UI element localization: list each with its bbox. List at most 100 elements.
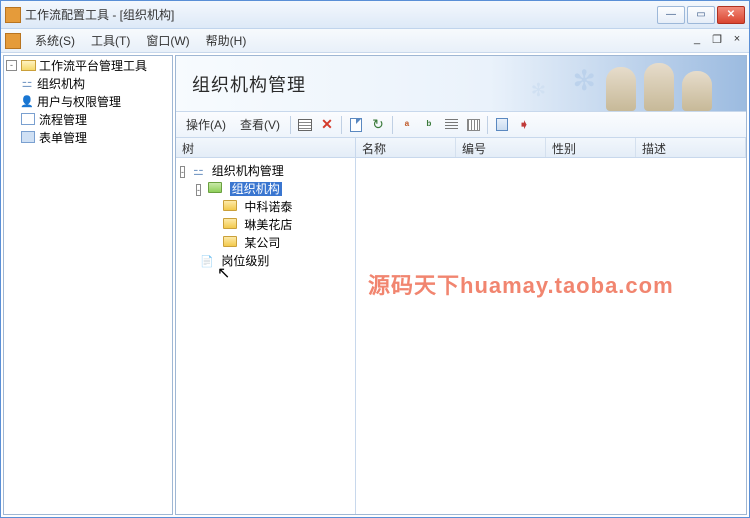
org-tree[interactable]: - 组织机构管理 - 组织机构 中科诺泰 琳 — [176, 158, 355, 514]
table-icon — [467, 119, 480, 131]
toolbar-refresh-button[interactable]: ↻ — [368, 115, 388, 135]
mdi-window-controls: _ ❐ × — [689, 31, 745, 47]
toolbar: 操作(A) 查看(V) ✕ ↻ ᵃ ᵇ ➧ — [176, 112, 746, 138]
letter-b-icon: ᵇ — [427, 118, 432, 132]
folder-icon — [222, 235, 238, 249]
expand-toggle-icon[interactable]: - — [180, 166, 185, 178]
toolbar-format-a-button[interactable]: ᵃ — [397, 115, 417, 135]
toolbar-view-menu[interactable]: 查看(V) — [234, 114, 286, 135]
content-split: 树 - 组织机构管理 - 组织机构 中科诺泰 — [176, 138, 746, 514]
toolbar-separator — [290, 116, 291, 134]
tree-pane-header: 树 — [176, 138, 355, 158]
window-controls: — ▭ ✕ — [657, 6, 745, 24]
process-icon — [20, 112, 36, 126]
list-body[interactable]: 源码天下huamay.taoba.com — [356, 158, 746, 514]
list-icon — [445, 119, 458, 131]
org-icon — [191, 165, 205, 177]
nav-item-org[interactable]: 组织机构 — [4, 74, 172, 92]
tree-node-label: 岗位级别 — [221, 254, 269, 268]
menu-help[interactable]: 帮助(H) — [198, 29, 255, 52]
tree-node-company[interactable]: 中科诺泰 — [178, 198, 353, 216]
tree-node-org[interactable]: - 组织机构 — [178, 180, 353, 198]
toolbar-new-button[interactable] — [346, 115, 366, 135]
toolbar-list-button[interactable] — [441, 115, 461, 135]
tree-spacer — [6, 114, 17, 125]
refresh-icon: ↻ — [372, 116, 384, 133]
folder-icon — [222, 199, 238, 213]
close-button[interactable]: ✕ — [717, 6, 745, 24]
position-icon — [199, 255, 215, 269]
app-icon — [5, 7, 21, 23]
toolbar-delete-button[interactable]: ✕ — [317, 115, 337, 135]
folder-open-icon — [20, 58, 36, 72]
tree-node-label: 中科诺泰 — [244, 200, 292, 214]
toolbar-export-button[interactable]: ➧ — [514, 115, 534, 135]
properties-icon — [496, 118, 508, 131]
list-pane: 名称 编号 性别 描述 源码天下huamay.taoba.com — [356, 138, 746, 514]
mdi-child-window: 组织机构管理 ✻ ✻ 操作(A) 查看(V) ✕ ↻ ᵃ ᵇ — [175, 55, 747, 515]
minimize-button[interactable]: — — [657, 6, 685, 24]
column-header-sex[interactable]: 性别 — [546, 138, 636, 157]
person-graphic — [644, 63, 674, 111]
column-header-name[interactable]: 名称 — [356, 138, 456, 157]
delete-icon: ✕ — [321, 116, 333, 133]
nav-item-label: 用户与权限管理 — [37, 93, 121, 110]
mdi-minimize-button[interactable]: _ — [689, 31, 705, 47]
user-icon — [20, 95, 34, 107]
mdi-restore-button[interactable]: ❐ — [709, 31, 725, 47]
maximize-button[interactable]: ▭ — [687, 6, 715, 24]
toolbar-separator — [487, 116, 488, 134]
nav-item-users[interactable]: 用户与权限管理 — [4, 92, 172, 110]
nav-item-label: 组织机构 — [37, 75, 85, 92]
tree-pane: 树 - 组织机构管理 - 组织机构 中科诺泰 — [176, 138, 356, 514]
window-titlebar: 工作流配置工具 - [组织机构] — ▭ ✕ — [1, 1, 749, 29]
nav-item-label: 流程管理 — [39, 111, 87, 128]
menu-tools[interactable]: 工具(T) — [83, 29, 138, 52]
window-title: 工作流配置工具 - [组织机构] — [25, 6, 657, 23]
tree-spacer — [6, 96, 17, 107]
tree-node-company[interactable]: 琳美花店 — [178, 216, 353, 234]
snowflake-icon: ✻ — [531, 80, 546, 101]
toolbar-action-menu[interactable]: 操作(A) — [180, 114, 232, 135]
toolbar-properties-button[interactable] — [492, 115, 512, 135]
grid-icon — [298, 119, 312, 131]
tree-node-position[interactable]: 岗位级别 — [178, 252, 353, 270]
nav-root-row[interactable]: - 工作流平台管理工具 — [4, 56, 172, 74]
tree-node-label-selected: 组织机构 — [230, 182, 282, 196]
expand-toggle-icon[interactable]: - — [196, 184, 201, 196]
nav-item-process[interactable]: 流程管理 — [4, 110, 172, 128]
toolbar-separator — [392, 116, 393, 134]
column-header-desc[interactable]: 描述 — [636, 138, 746, 157]
expand-toggle-icon[interactable]: - — [6, 60, 17, 71]
toolbar-format-b-button[interactable]: ᵇ — [419, 115, 439, 135]
toolbar-table-button[interactable] — [463, 115, 483, 135]
menubar-app-icon — [5, 33, 21, 49]
navigation-tree[interactable]: - 工作流平台管理工具 组织机构 用户与权限管理 — [3, 55, 173, 515]
tree-node-company[interactable]: 某公司 — [178, 234, 353, 252]
document-icon — [350, 118, 362, 132]
nav-item-forms[interactable]: 表单管理 — [4, 128, 172, 146]
snowflake-icon: ✻ — [573, 64, 596, 97]
org-icon — [20, 77, 34, 89]
list-header: 名称 编号 性别 描述 — [356, 138, 746, 158]
mdi-close-button[interactable]: × — [729, 31, 745, 47]
tree-root-row[interactable]: - 组织机构管理 — [178, 162, 353, 180]
tree-node-label: 某公司 — [244, 236, 280, 250]
form-icon — [20, 130, 36, 144]
nav-item-label: 表单管理 — [39, 129, 87, 146]
tree-spacer — [6, 78, 17, 89]
toolbar-grid-button[interactable] — [295, 115, 315, 135]
person-graphic — [682, 71, 712, 111]
banner-image — [606, 56, 746, 111]
column-header-code[interactable]: 编号 — [456, 138, 546, 157]
menu-window[interactable]: 窗口(W) — [138, 29, 197, 52]
page-banner: 组织机构管理 ✻ ✻ — [176, 56, 746, 112]
menu-bar: 系统(S) 工具(T) 窗口(W) 帮助(H) _ ❐ × — [1, 29, 749, 53]
letter-a-icon: ᵃ — [405, 118, 410, 132]
tree-node-label: 琳美花店 — [244, 218, 292, 232]
menu-system[interactable]: 系统(S) — [27, 29, 83, 52]
toolbar-separator — [341, 116, 342, 134]
work-area: - 工作流平台管理工具 组织机构 用户与权限管理 — [1, 53, 749, 517]
nav-root-label: 工作流平台管理工具 — [39, 57, 147, 74]
tree-root-label: 组织机构管理 — [212, 164, 284, 178]
